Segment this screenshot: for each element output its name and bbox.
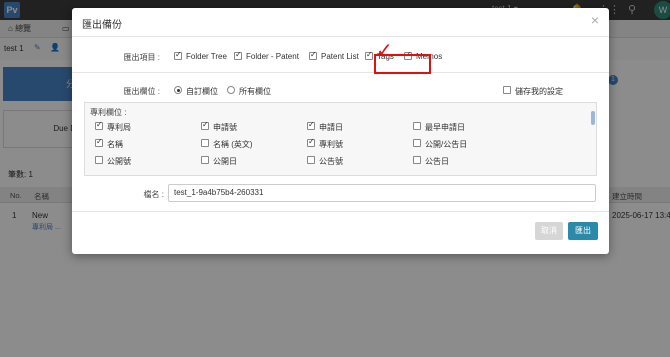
field-label[interactable]: 名稱	[107, 139, 123, 150]
divider	[72, 211, 609, 212]
checkbox-field[interactable]	[95, 137, 103, 147]
option-folder-tree[interactable]: Folder Tree	[186, 52, 227, 61]
field-label[interactable]: 名稱 (英文)	[213, 139, 253, 150]
scrollbar[interactable]	[591, 111, 595, 125]
export-items-label: 匯出項目 :	[123, 53, 160, 62]
field-label[interactable]: 專利號	[319, 139, 343, 150]
field-label[interactable]: 公告號	[319, 156, 343, 167]
option-folder-patent[interactable]: Folder - Patent	[246, 52, 299, 61]
field-label[interactable]: 申請日	[319, 122, 343, 133]
checkbox-folder-patent[interactable]	[234, 50, 242, 60]
export-fields-label: 匯出欄位 :	[123, 87, 160, 96]
checkbox-field[interactable]	[307, 156, 315, 164]
divider	[72, 36, 609, 37]
field-label[interactable]: 申請號	[213, 122, 237, 133]
cancel-button[interactable]: 取消	[535, 222, 563, 240]
checkbox-patent-list[interactable]	[309, 50, 317, 60]
checkbox-folder-tree[interactable]	[174, 50, 182, 60]
divider	[72, 72, 609, 73]
option-custom-fields[interactable]: 自訂欄位	[186, 86, 218, 97]
checkbox-field[interactable]	[413, 139, 421, 147]
radio-custom-fields[interactable]	[174, 86, 182, 94]
dialog-title: 匯出備份	[82, 20, 122, 31]
option-save-settings[interactable]: 儲存我的設定	[515, 86, 563, 97]
checkbox-save-settings[interactable]	[503, 86, 511, 94]
checkmark-annotation-icon: ✓	[376, 40, 393, 62]
checkbox-field[interactable]	[95, 120, 103, 130]
radio-all-fields[interactable]	[227, 86, 235, 94]
option-all-fields[interactable]: 所有欄位	[239, 86, 271, 97]
close-icon[interactable]: ×	[591, 12, 599, 28]
field-label[interactable]: 公開號	[107, 156, 131, 167]
checkbox-field[interactable]	[201, 156, 209, 164]
checkbox-field[interactable]	[307, 137, 315, 147]
filename-input[interactable]: test_1-9a4b75b4-260331	[168, 184, 596, 202]
checkbox-field[interactable]	[413, 122, 421, 130]
field-label[interactable]: 最早申請日	[425, 122, 465, 133]
checkbox-field[interactable]	[413, 156, 421, 164]
filename-label: 檔名 :	[143, 190, 164, 199]
checkbox-field[interactable]	[307, 120, 315, 130]
field-label[interactable]: 公開/公告日	[425, 139, 467, 150]
patent-fields-title: 專利欄位 :	[90, 108, 127, 117]
checkbox-field[interactable]	[201, 139, 209, 147]
export-button[interactable]: 匯出	[568, 222, 598, 240]
checkbox-field[interactable]	[95, 156, 103, 164]
export-backup-dialog: 匯出備份 × 匯出項目 : Folder Tree Folder - Paten…	[72, 8, 609, 254]
patent-fields-panel: 專利欄位 : 專利局 申請號 申請日 最早申請日 名稱 名稱 (英文) 專利號 …	[84, 102, 597, 176]
field-label[interactable]: 公告日	[425, 156, 449, 167]
option-patent-list[interactable]: Patent List	[321, 52, 359, 61]
checkbox-field[interactable]	[201, 120, 209, 130]
field-label[interactable]: 專利局	[107, 122, 131, 133]
checkbox-tags[interactable]	[365, 50, 373, 60]
field-label[interactable]: 公開日	[213, 156, 237, 167]
